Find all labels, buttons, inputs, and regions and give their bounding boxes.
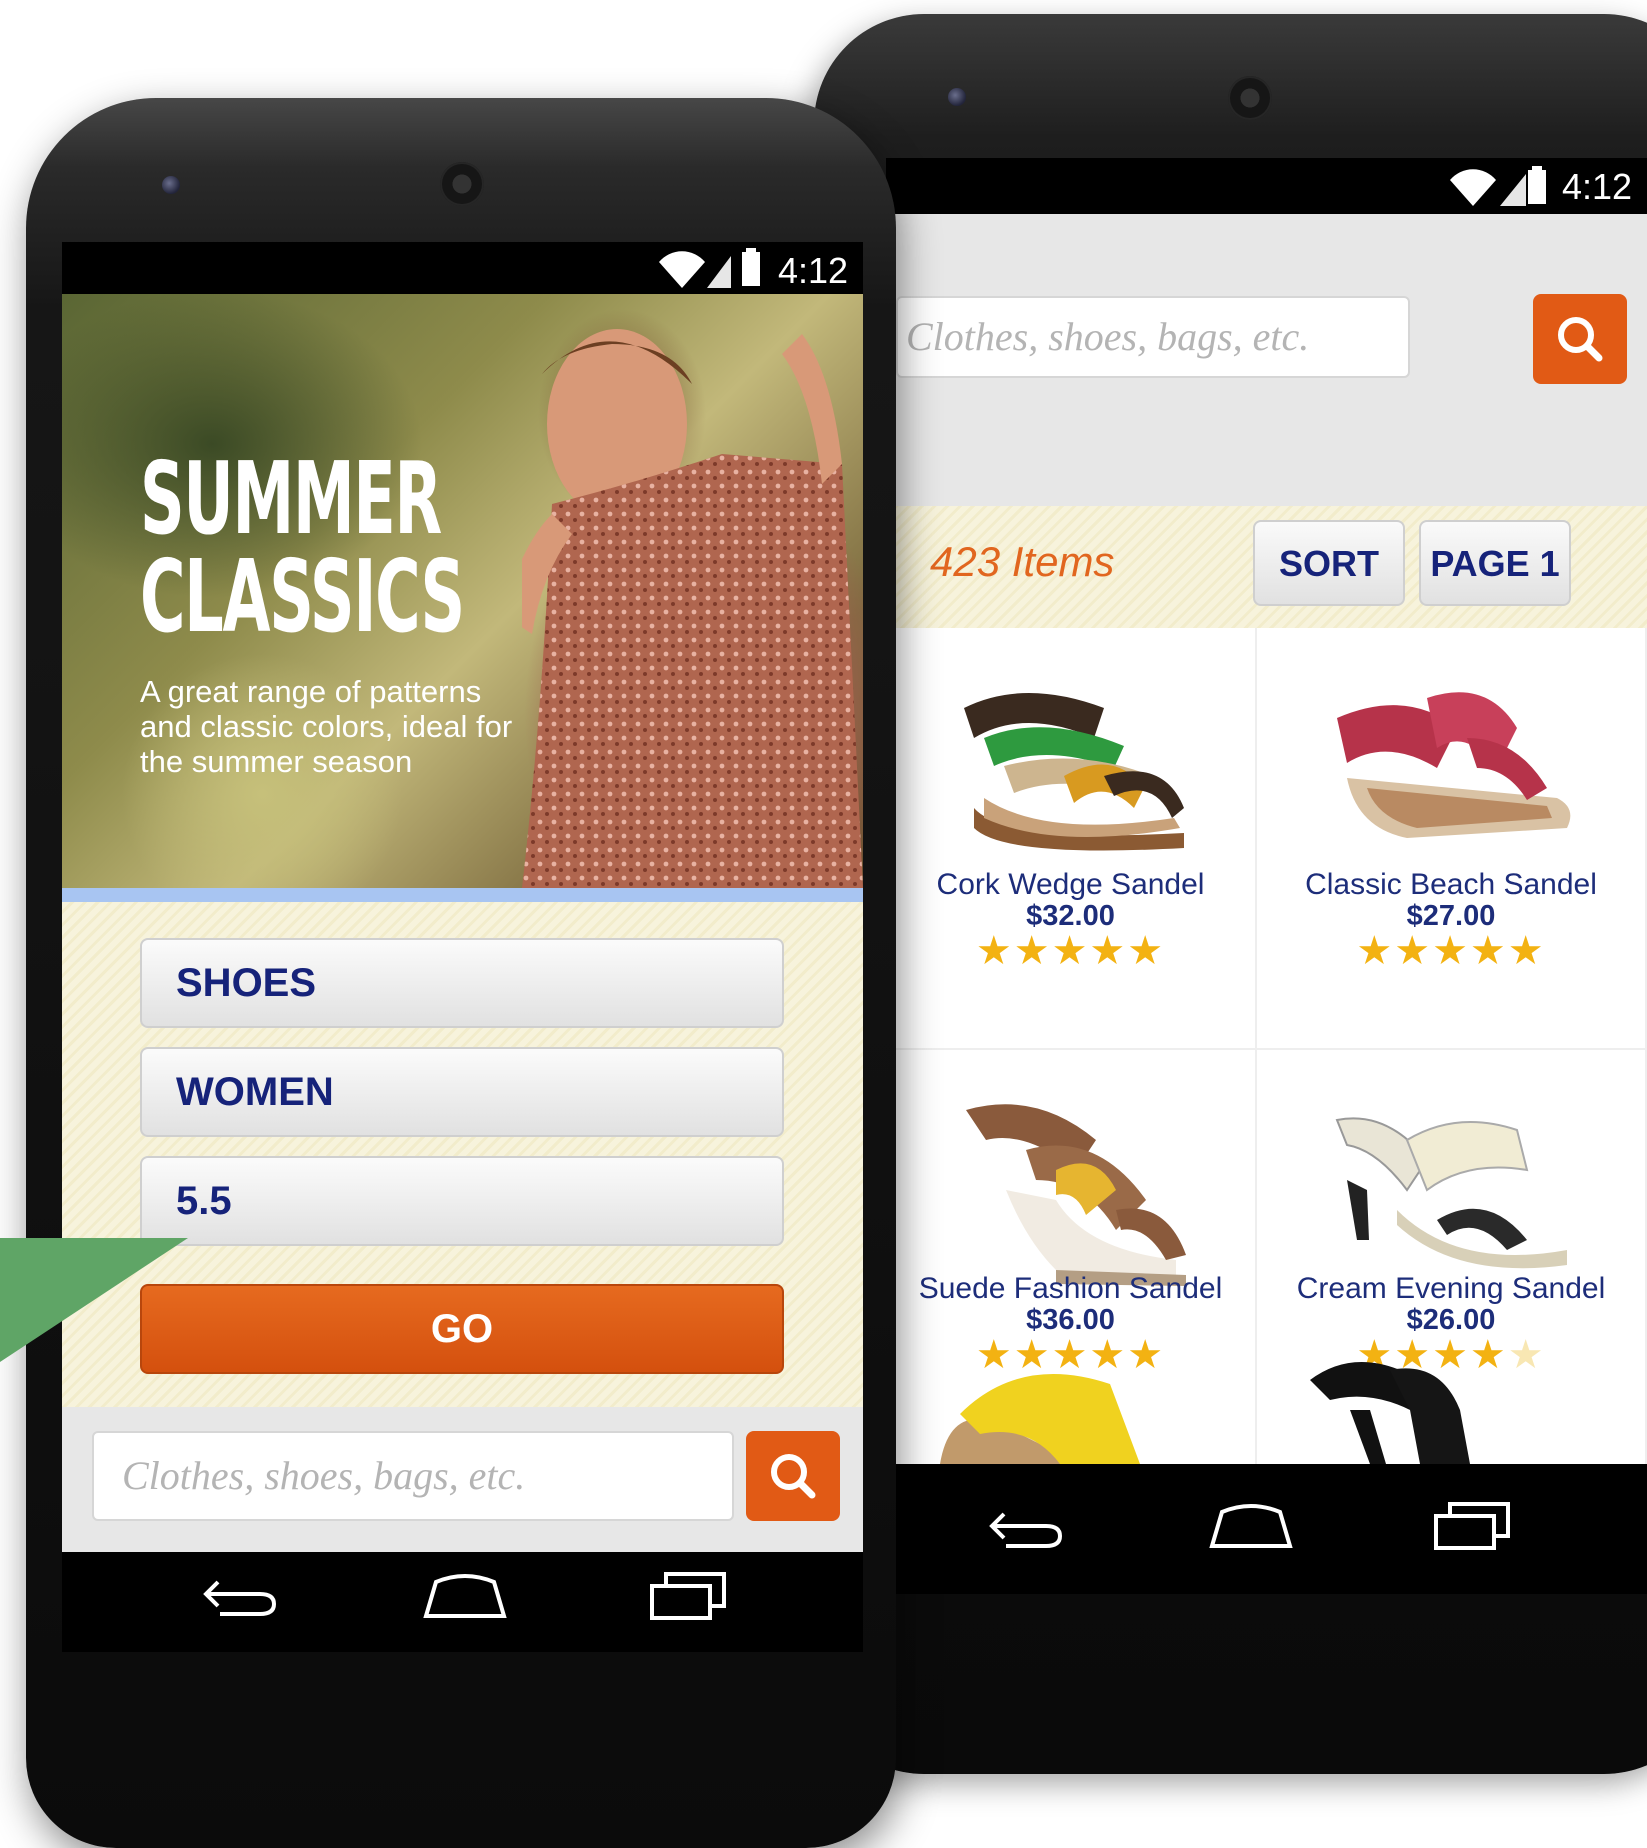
product-list-screen: 4:12 Clothes, shoes, bags, etc. 423 Item… (886, 158, 1647, 1464)
status-bar: 4:12 (886, 158, 1647, 214)
earpiece-speaker (1228, 76, 1272, 120)
search-icon (771, 1454, 816, 1499)
earpiece-speaker (440, 162, 484, 206)
model-photo (522, 329, 863, 888)
search-area: Clothes, shoes, bags, etc. (62, 1407, 863, 1552)
search-input[interactable]: Clothes, shoes, bags, etc. (896, 296, 1410, 378)
item-count: 423 Items (930, 538, 1115, 585)
search-button[interactable] (1533, 294, 1627, 384)
status-bar: 4:12 (62, 242, 863, 294)
page-button[interactable]: PAGE 1 (1419, 520, 1571, 606)
home-icon[interactable] (422, 1564, 508, 1624)
recent-apps-icon[interactable] (648, 1566, 730, 1622)
product-image (940, 1374, 1140, 1464)
front-camera (162, 176, 180, 194)
divider (62, 888, 863, 902)
banner-title: SUMMER CLASSICS (140, 440, 465, 655)
product-image (966, 1104, 1186, 1286)
home-icon[interactable] (1208, 1494, 1294, 1554)
navigation-bar (62, 1552, 863, 1652)
clock: 4:12 (1562, 166, 1633, 207)
product-name[interactable]: Cork Wedge Sandel (886, 868, 1255, 902)
search-icon (1558, 317, 1603, 362)
star-rating: ★★★★★ (1356, 929, 1546, 973)
back-icon[interactable] (202, 1572, 282, 1622)
search-button[interactable] (746, 1431, 840, 1521)
green-pointer-shape (0, 1238, 188, 1362)
product-card[interactable]: Cork Wedge Sandel $32.00 ★★★★★ (886, 628, 1257, 1050)
product-image (964, 693, 1184, 851)
front-camera (948, 88, 966, 106)
battery-icon (1528, 166, 1546, 204)
product-card[interactable]: Classic Beach Sandel $27.00 ★★★★★ (1257, 628, 1647, 1050)
search-area: Clothes, shoes, bags, etc. (886, 214, 1647, 506)
go-button[interactable]: GO (140, 1284, 784, 1374)
recent-apps-icon[interactable] (1432, 1496, 1514, 1552)
product-name[interactable]: Cream Evening Sandel (1257, 1272, 1645, 1306)
wifi-icon (659, 251, 731, 288)
back-icon[interactable] (988, 1504, 1068, 1554)
navigation-bar (886, 1464, 1647, 1594)
signal-icon (707, 256, 731, 288)
star-rating: ★★★★★ (975, 929, 1166, 973)
product-name[interactable]: Suede Fashion Sandel (886, 1272, 1255, 1306)
signal-icon (1500, 174, 1526, 206)
gender-select[interactable]: WOMEN (140, 1047, 784, 1137)
category-select[interactable]: SHOES (140, 938, 784, 1028)
sort-button[interactable]: SORT (1253, 520, 1405, 606)
banner-subtitle: A great range of patterns and classic co… (140, 674, 513, 779)
size-select[interactable]: 5.5 (140, 1156, 784, 1246)
promo-banner[interactable]: SUMMER CLASSICS A great range of pattern… (62, 294, 863, 888)
product-image (1335, 1117, 1567, 1269)
search-input[interactable]: Clothes, shoes, bags, etc. (92, 1431, 734, 1521)
product-image (1310, 1362, 1470, 1464)
battery-icon (742, 248, 760, 286)
clock: 4:12 (778, 250, 849, 291)
product-image (1337, 692, 1571, 838)
product-name[interactable]: Classic Beach Sandel (1257, 868, 1645, 902)
